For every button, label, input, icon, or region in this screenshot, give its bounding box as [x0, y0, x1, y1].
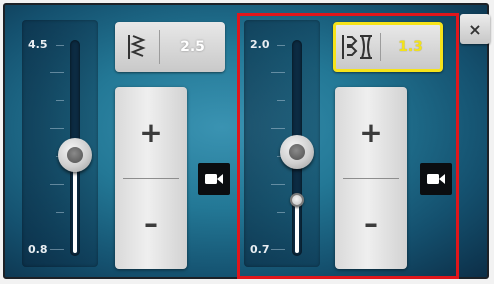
tick — [271, 72, 285, 73]
stitch-width-value: 2.5 — [180, 39, 205, 55]
zigzag-stitch-width-icon — [115, 22, 159, 72]
width-increase-button[interactable]: + — [115, 87, 187, 178]
tick — [50, 184, 64, 185]
tick — [50, 249, 64, 250]
video-camera-icon — [205, 174, 223, 184]
camera-view-button[interactable] — [198, 163, 230, 195]
tick — [50, 128, 64, 129]
length-increase-button[interactable]: + — [335, 87, 407, 178]
plus-label: + — [359, 116, 383, 149]
tick — [271, 249, 285, 250]
length-default-marker[interactable] — [290, 193, 304, 207]
stitch-length-button[interactable]: 1.3 — [333, 22, 443, 72]
width-scale-max: 4.5 — [28, 38, 48, 51]
tick — [271, 184, 285, 185]
length-slider-fill — [295, 200, 299, 253]
length-decrease-button[interactable]: – — [335, 178, 407, 269]
width-decrease-button[interactable]: – — [115, 178, 187, 269]
stitch-length-icon — [336, 25, 380, 69]
tick — [56, 45, 64, 46]
minus-label: – — [364, 207, 378, 240]
length-scale-max: 2.0 — [250, 38, 270, 51]
video-camera-icon — [427, 174, 445, 184]
tick — [277, 212, 285, 213]
close-button[interactable]: × — [460, 14, 490, 44]
camera-view-button[interactable] — [420, 163, 452, 195]
tick — [277, 100, 285, 101]
tick — [56, 212, 64, 213]
width-stepper: + – — [115, 87, 187, 269]
tick — [56, 100, 64, 101]
tick — [50, 72, 64, 73]
length-stepper: + – — [335, 87, 407, 269]
plus-label: + — [139, 116, 163, 149]
length-slider-knob[interactable] — [280, 135, 314, 169]
stitch-length-value: 1.3 — [398, 39, 423, 55]
stitch-width-button[interactable]: 2.5 — [115, 22, 225, 72]
tick — [271, 128, 285, 129]
width-scale-min: 0.8 — [28, 243, 48, 256]
tick — [277, 45, 285, 46]
minus-label: – — [144, 207, 158, 240]
length-scale-min: 0.7 — [250, 243, 270, 256]
width-slider-knob[interactable] — [58, 138, 92, 172]
